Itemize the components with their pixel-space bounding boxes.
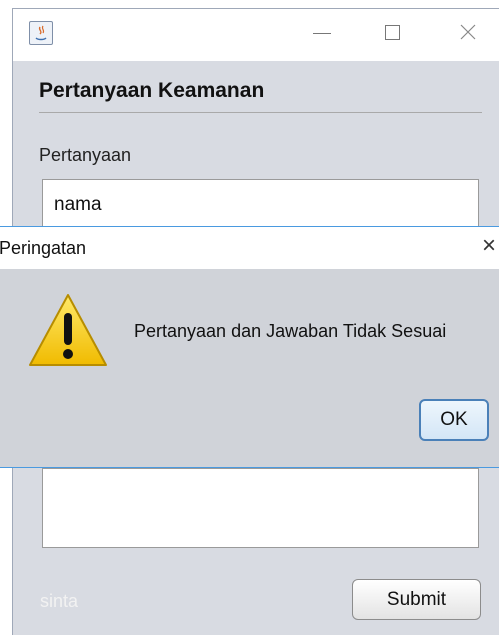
submit-button[interactable]: Submit (352, 579, 481, 620)
answer-field[interactable] (42, 468, 479, 548)
question-field[interactable]: nama (42, 179, 479, 231)
window-titlebar (13, 9, 499, 61)
dialog-titlebar: Peringatan × (0, 227, 499, 269)
section-divider (39, 112, 482, 113)
question-label: Pertanyaan (39, 145, 132, 165)
dialog-close-button[interactable]: × (482, 234, 496, 258)
minimize-button[interactable] (298, 17, 344, 49)
dialog-title: Peringatan (0, 238, 87, 258)
maximize-button[interactable] (368, 17, 414, 49)
close-button[interactable] (445, 17, 491, 49)
warning-icon (29, 294, 107, 366)
section-title: Pertanyaan Keamanan (39, 79, 265, 102)
warning-dialog: Peringatan × Pertanyaan dan Jawaban Tida… (0, 226, 499, 468)
user-label: sinta (40, 591, 79, 611)
java-icon (29, 21, 53, 45)
dialog-message: Pertanyaan dan Jawaban Tidak Sesuai (134, 321, 447, 341)
ok-button[interactable]: OK (419, 399, 489, 441)
close-icon (460, 24, 476, 40)
